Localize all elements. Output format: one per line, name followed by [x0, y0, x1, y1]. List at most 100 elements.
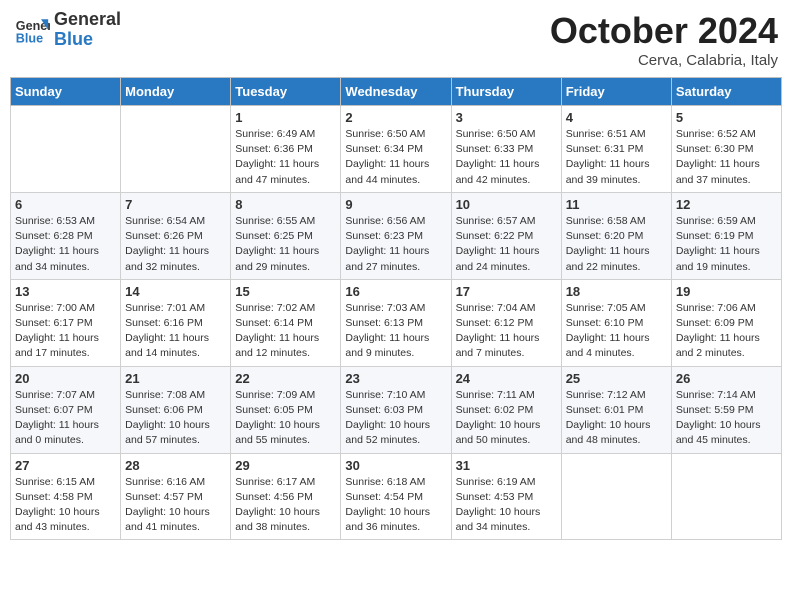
day-number: 14: [125, 284, 226, 299]
day-number: 21: [125, 371, 226, 386]
day-number: 17: [456, 284, 557, 299]
day-info: Sunrise: 7:06 AM Sunset: 6:09 PM Dayligh…: [676, 301, 777, 362]
calendar-cell: 31 Sunrise: 6:19 AM Sunset: 4:53 PM Dayli…: [451, 453, 561, 540]
location-subtitle: Cerva, Calabria, Italy: [550, 52, 778, 69]
day-number: 4: [566, 110, 667, 125]
calendar-cell: 26 Sunrise: 7:14 AM Sunset: 5:59 PM Dayli…: [671, 366, 781, 453]
week-row-5: 27 Sunrise: 6:15 AM Sunset: 4:58 PM Dayli…: [11, 453, 782, 540]
day-number: 28: [125, 458, 226, 473]
calendar-cell: 8 Sunrise: 6:55 AM Sunset: 6:25 PM Daylig…: [231, 192, 341, 279]
calendar-cell: 20Sunrise: 7:07 AM Sunset: 6:07 PM Dayli…: [11, 366, 121, 453]
calendar-table: SundayMondayTuesdayWednesdayThursdayFrid…: [10, 77, 782, 540]
svg-text:Blue: Blue: [16, 31, 43, 45]
day-number: 25: [566, 371, 667, 386]
month-title: October 2024: [550, 10, 778, 52]
day-info: Sunrise: 6:49 AM Sunset: 6:36 PM Dayligh…: [235, 127, 336, 188]
logo-text: General Blue: [54, 10, 121, 50]
day-number: 23: [345, 371, 446, 386]
day-header-sunday: Sunday: [11, 78, 121, 106]
day-info: Sunrise: 6:16 AM Sunset: 4:57 PM Dayligh…: [125, 475, 226, 536]
calendar-cell: 18 Sunrise: 7:05 AM Sunset: 6:10 PM Dayli…: [561, 279, 671, 366]
calendar-cell: 9 Sunrise: 6:56 AM Sunset: 6:23 PM Daylig…: [341, 192, 451, 279]
calendar-cell: 3 Sunrise: 6:50 AM Sunset: 6:33 PM Daylig…: [451, 106, 561, 193]
day-info: Sunrise: 6:19 AM Sunset: 4:53 PM Dayligh…: [456, 475, 557, 536]
day-number: 7: [125, 197, 226, 212]
calendar-cell: 1 Sunrise: 6:49 AM Sunset: 6:36 PM Daylig…: [231, 106, 341, 193]
day-info: Sunrise: 7:03 AM Sunset: 6:13 PM Dayligh…: [345, 301, 446, 362]
calendar-cell: [11, 106, 121, 193]
day-info: Sunrise: 7:05 AM Sunset: 6:10 PM Dayligh…: [566, 301, 667, 362]
day-info: Sunrise: 6:18 AM Sunset: 4:54 PM Dayligh…: [345, 475, 446, 536]
calendar-cell: 10 Sunrise: 6:57 AM Sunset: 6:22 PM Dayli…: [451, 192, 561, 279]
calendar-cell: 17Sunrise: 7:04 AM Sunset: 6:12 PM Dayli…: [451, 279, 561, 366]
calendar-cell: 19 Sunrise: 7:06 AM Sunset: 6:09 PM Dayli…: [671, 279, 781, 366]
day-header-thursday: Thursday: [451, 78, 561, 106]
title-block: October 2024 Cerva, Calabria, Italy: [550, 10, 778, 69]
day-number: 24: [456, 371, 557, 386]
day-info: Sunrise: 6:56 AM Sunset: 6:23 PM Dayligh…: [345, 214, 446, 275]
day-info: Sunrise: 7:02 AM Sunset: 6:14 PM Dayligh…: [235, 301, 336, 362]
day-number: 3: [456, 110, 557, 125]
calendar-cell: 5 Sunrise: 6:52 AM Sunset: 6:30 PM Daylig…: [671, 106, 781, 193]
calendar-cell: 12Sunrise: 6:59 AM Sunset: 6:19 PM Dayli…: [671, 192, 781, 279]
day-number: 18: [566, 284, 667, 299]
calendar-cell: 13Sunrise: 7:00 AM Sunset: 6:17 PM Dayli…: [11, 279, 121, 366]
day-info: Sunrise: 7:14 AM Sunset: 5:59 PM Dayligh…: [676, 388, 777, 449]
day-number: 1: [235, 110, 336, 125]
week-row-4: 20Sunrise: 7:07 AM Sunset: 6:07 PM Dayli…: [11, 366, 782, 453]
day-number: 22: [235, 371, 336, 386]
calendar-cell: 14 Sunrise: 7:01 AM Sunset: 6:16 PM Dayli…: [121, 279, 231, 366]
day-number: 29: [235, 458, 336, 473]
calendar-cell: [561, 453, 671, 540]
calendar-header: SundayMondayTuesdayWednesdayThursdayFrid…: [11, 78, 782, 106]
day-number: 10: [456, 197, 557, 212]
day-number: 2: [345, 110, 446, 125]
calendar-cell: 6 Sunrise: 6:53 AM Sunset: 6:28 PM Daylig…: [11, 192, 121, 279]
calendar-cell: 30 Sunrise: 6:18 AM Sunset: 4:54 PM Dayli…: [341, 453, 451, 540]
day-info: Sunrise: 6:53 AM Sunset: 6:28 PM Dayligh…: [15, 214, 116, 275]
day-info: Sunrise: 6:50 AM Sunset: 6:33 PM Dayligh…: [456, 127, 557, 188]
day-info: Sunrise: 6:59 AM Sunset: 6:19 PM Dayligh…: [676, 214, 777, 275]
logo-icon: General Blue: [14, 12, 50, 48]
day-number: 5: [676, 110, 777, 125]
day-info: Sunrise: 6:57 AM Sunset: 6:22 PM Dayligh…: [456, 214, 557, 275]
calendar-cell: 11Sunrise: 6:58 AM Sunset: 6:20 PM Dayli…: [561, 192, 671, 279]
day-number: 13: [15, 284, 116, 299]
calendar-cell: 4 Sunrise: 6:51 AM Sunset: 6:31 PM Daylig…: [561, 106, 671, 193]
day-number: 30: [345, 458, 446, 473]
day-info: Sunrise: 6:54 AM Sunset: 6:26 PM Dayligh…: [125, 214, 226, 275]
day-info: Sunrise: 6:50 AM Sunset: 6:34 PM Dayligh…: [345, 127, 446, 188]
day-info: Sunrise: 6:51 AM Sunset: 6:31 PM Dayligh…: [566, 127, 667, 188]
day-info: Sunrise: 7:08 AM Sunset: 6:06 PM Dayligh…: [125, 388, 226, 449]
week-row-1: 1 Sunrise: 6:49 AM Sunset: 6:36 PM Daylig…: [11, 106, 782, 193]
day-header-friday: Friday: [561, 78, 671, 106]
calendar-cell: 25Sunrise: 7:12 AM Sunset: 6:01 PM Dayli…: [561, 366, 671, 453]
calendar-cell: 15Sunrise: 7:02 AM Sunset: 6:14 PM Dayli…: [231, 279, 341, 366]
day-number: 27: [15, 458, 116, 473]
day-header-wednesday: Wednesday: [341, 78, 451, 106]
calendar-cell: 22Sunrise: 7:09 AM Sunset: 6:05 PM Dayli…: [231, 366, 341, 453]
day-number: 31: [456, 458, 557, 473]
day-number: 20: [15, 371, 116, 386]
calendar-cell: 21 Sunrise: 7:08 AM Sunset: 6:06 PM Dayli…: [121, 366, 231, 453]
day-number: 6: [15, 197, 116, 212]
page-header: General Blue General Blue October 2024 C…: [10, 10, 782, 69]
calendar-cell: 24Sunrise: 7:11 AM Sunset: 6:02 PM Dayli…: [451, 366, 561, 453]
day-info: Sunrise: 7:01 AM Sunset: 6:16 PM Dayligh…: [125, 301, 226, 362]
calendar-cell: [121, 106, 231, 193]
day-info: Sunrise: 7:10 AM Sunset: 6:03 PM Dayligh…: [345, 388, 446, 449]
calendar-cell: 2 Sunrise: 6:50 AM Sunset: 6:34 PM Daylig…: [341, 106, 451, 193]
day-info: Sunrise: 6:15 AM Sunset: 4:58 PM Dayligh…: [15, 475, 116, 536]
header-row: SundayMondayTuesdayWednesdayThursdayFrid…: [11, 78, 782, 106]
day-number: 9: [345, 197, 446, 212]
day-number: 11: [566, 197, 667, 212]
day-number: 8: [235, 197, 336, 212]
calendar-cell: 29 Sunrise: 6:17 AM Sunset: 4:56 PM Dayli…: [231, 453, 341, 540]
day-info: Sunrise: 6:17 AM Sunset: 4:56 PM Dayligh…: [235, 475, 336, 536]
day-number: 19: [676, 284, 777, 299]
day-info: Sunrise: 6:55 AM Sunset: 6:25 PM Dayligh…: [235, 214, 336, 275]
day-number: 26: [676, 371, 777, 386]
calendar-cell: 16Sunrise: 7:03 AM Sunset: 6:13 PM Dayli…: [341, 279, 451, 366]
day-info: Sunrise: 6:52 AM Sunset: 6:30 PM Dayligh…: [676, 127, 777, 188]
calendar-cell: [671, 453, 781, 540]
